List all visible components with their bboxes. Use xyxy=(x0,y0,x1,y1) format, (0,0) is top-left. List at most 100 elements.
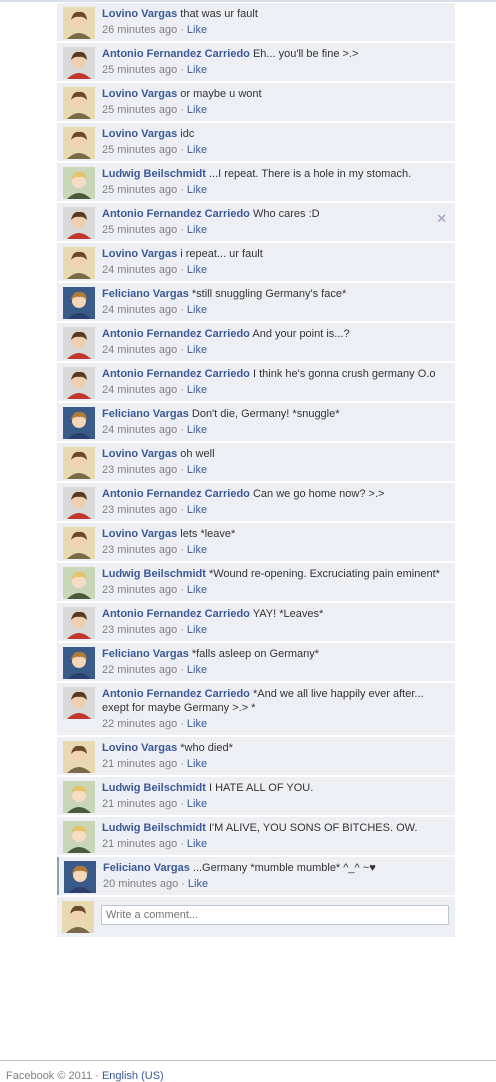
comment-body: *still snuggling Germany's face* xyxy=(191,288,347,300)
comment-author-link[interactable]: Antonio Fernandez Carriedo xyxy=(102,608,250,620)
comment-item: Antonio Fernandez Carriedo I think he's … xyxy=(57,363,455,401)
comment-author-link[interactable]: Ludwig Beilschmidt xyxy=(102,168,206,180)
antonio-avatar[interactable] xyxy=(63,47,95,79)
ludwig-avatar[interactable] xyxy=(63,167,95,199)
comment-timestamp: 25 minutes ago xyxy=(102,224,178,236)
comment-composer xyxy=(57,897,455,937)
language-link[interactable]: English (US) xyxy=(102,1070,164,1082)
comment-meta: 25 minutes ago · Like xyxy=(102,223,449,237)
antonio-avatar[interactable] xyxy=(63,487,95,519)
comment-body: ...Germany *mumble mumble* ^_^ ~♥ xyxy=(192,862,376,874)
like-link[interactable]: Like xyxy=(187,718,207,730)
lovino-avatar[interactable] xyxy=(63,127,95,159)
comment-author-link[interactable]: Ludwig Beilschmidt xyxy=(102,782,206,794)
like-link[interactable]: Like xyxy=(187,664,207,676)
comment-text: Antonio Fernandez Carriedo I think he's … xyxy=(102,367,449,381)
like-link[interactable]: Like xyxy=(187,264,207,276)
lovino-avatar[interactable] xyxy=(63,741,95,773)
like-link[interactable]: Like xyxy=(187,104,207,116)
comment-meta: 22 minutes ago · Like xyxy=(102,717,449,731)
like-link[interactable]: Like xyxy=(187,504,207,516)
comment-author-link[interactable]: Lovino Vargas xyxy=(102,742,177,754)
like-link[interactable]: Like xyxy=(187,584,207,596)
comment-item: Ludwig Beilschmidt ...I repeat. There is… xyxy=(57,163,455,201)
feliciano-avatar[interactable] xyxy=(63,647,95,679)
antonio-avatar[interactable] xyxy=(63,607,95,639)
ludwig-avatar[interactable] xyxy=(63,781,95,813)
antonio-avatar[interactable] xyxy=(63,687,95,719)
comment-item: Lovino Vargas i repeat... ur fault 24 min… xyxy=(57,243,455,281)
like-link[interactable]: Like xyxy=(187,798,207,810)
like-link[interactable]: Like xyxy=(187,838,207,850)
comment-author-link[interactable]: Feliciano Vargas xyxy=(102,288,189,300)
comment-author-link[interactable]: Antonio Fernandez Carriedo xyxy=(102,368,250,380)
comment-timestamp: 23 minutes ago xyxy=(102,504,178,516)
comment-meta: 24 minutes ago · Like xyxy=(102,383,449,397)
comment-author-link[interactable]: Lovino Vargas xyxy=(102,128,177,140)
separator-dot: · xyxy=(180,424,184,436)
separator-dot: · xyxy=(180,384,184,396)
comment-item: Feliciano Vargas ...Germany *mumble mumb… xyxy=(57,857,455,895)
like-link[interactable]: Like xyxy=(187,64,207,76)
comment-author-link[interactable]: Feliciano Vargas xyxy=(102,408,189,420)
comment-author-link[interactable]: Lovino Vargas xyxy=(102,248,177,260)
lovino-avatar[interactable] xyxy=(63,7,95,39)
comment-timestamp: 23 minutes ago xyxy=(102,464,178,476)
comment-meta: 25 minutes ago · Like xyxy=(102,103,449,117)
like-link[interactable]: Like xyxy=(187,24,207,36)
comment-author-link[interactable]: Antonio Fernandez Carriedo xyxy=(102,48,250,60)
comment-author-link[interactable]: Feliciano Vargas xyxy=(103,862,190,874)
comment-item: Lovino Vargas *who died* 21 minutes ago · L… xyxy=(57,737,455,775)
feliciano-avatar[interactable] xyxy=(63,407,95,439)
ludwig-avatar[interactable] xyxy=(63,821,95,853)
comment-author-link[interactable]: Lovino Vargas xyxy=(102,528,177,540)
comment-author-link[interactable]: Antonio Fernandez Carriedo xyxy=(102,688,250,700)
footer-copyright: Facebook © 2011 · xyxy=(6,1070,99,1082)
feliciano-avatar[interactable] xyxy=(63,287,95,319)
separator-dot: · xyxy=(180,544,184,556)
comment-author-link[interactable]: Feliciano Vargas xyxy=(102,648,189,660)
comment-text: Antonio Fernandez Carriedo Who cares :D xyxy=(102,207,449,221)
comment-timestamp: 24 minutes ago xyxy=(102,424,178,436)
like-link[interactable]: Like xyxy=(187,144,207,156)
comment-meta: 23 minutes ago · Like xyxy=(102,623,449,637)
like-link[interactable]: Like xyxy=(187,624,207,636)
lovino-avatar[interactable] xyxy=(63,447,95,479)
comment-item: Antonio Fernandez Carriedo Who cares :D 2… xyxy=(57,203,455,241)
lovino-avatar[interactable] xyxy=(63,527,95,559)
comment-text: Feliciano Vargas *falls asleep on German… xyxy=(102,647,449,661)
remove-comment-icon[interactable]: ✕ xyxy=(436,211,447,227)
like-link[interactable]: Like xyxy=(187,758,207,770)
antonio-avatar[interactable] xyxy=(63,207,95,239)
lovino-avatar[interactable] xyxy=(63,87,95,119)
comment-author-link[interactable]: Antonio Fernandez Carriedo xyxy=(102,488,250,500)
comment-author-link[interactable]: Lovino Vargas xyxy=(102,8,177,20)
like-link[interactable]: Like xyxy=(187,384,207,396)
comment-author-link[interactable]: Ludwig Beilschmidt xyxy=(102,568,206,580)
ludwig-avatar[interactable] xyxy=(63,567,95,599)
comment-author-link[interactable]: Ludwig Beilschmidt xyxy=(102,822,206,834)
comment-author-link[interactable]: Lovino Vargas xyxy=(102,88,177,100)
comment-author-link[interactable]: Lovino Vargas xyxy=(102,448,177,460)
comment-body: Can we go home now? >.> xyxy=(252,488,385,500)
antonio-avatar[interactable] xyxy=(63,367,95,399)
comment-text: Lovino Vargas or maybe u wont xyxy=(102,87,449,101)
like-link[interactable]: Like xyxy=(187,464,207,476)
comment-feed: Lovino Vargas that was ur fault 26 minute… xyxy=(57,3,455,937)
comment-item: Antonio Fernandez Carriedo *And we all l… xyxy=(57,683,455,735)
like-link[interactable]: Like xyxy=(187,424,207,436)
lovino-avatar[interactable] xyxy=(63,247,95,279)
like-link[interactable]: Like xyxy=(187,304,207,316)
comment-meta: 24 minutes ago · Like xyxy=(102,343,449,357)
comment-author-link[interactable]: Antonio Fernandez Carriedo xyxy=(102,208,250,220)
feliciano-avatar[interactable] xyxy=(64,861,96,893)
write-comment-input[interactable] xyxy=(101,905,449,925)
like-link[interactable]: Like xyxy=(187,184,207,196)
antonio-avatar[interactable] xyxy=(63,327,95,359)
like-link[interactable]: Like xyxy=(187,544,207,556)
comment-author-link[interactable]: Antonio Fernandez Carriedo xyxy=(102,328,250,340)
separator-dot: · xyxy=(180,464,184,476)
like-link[interactable]: Like xyxy=(187,344,207,356)
like-link[interactable]: Like xyxy=(187,224,207,236)
like-link[interactable]: Like xyxy=(188,878,208,890)
